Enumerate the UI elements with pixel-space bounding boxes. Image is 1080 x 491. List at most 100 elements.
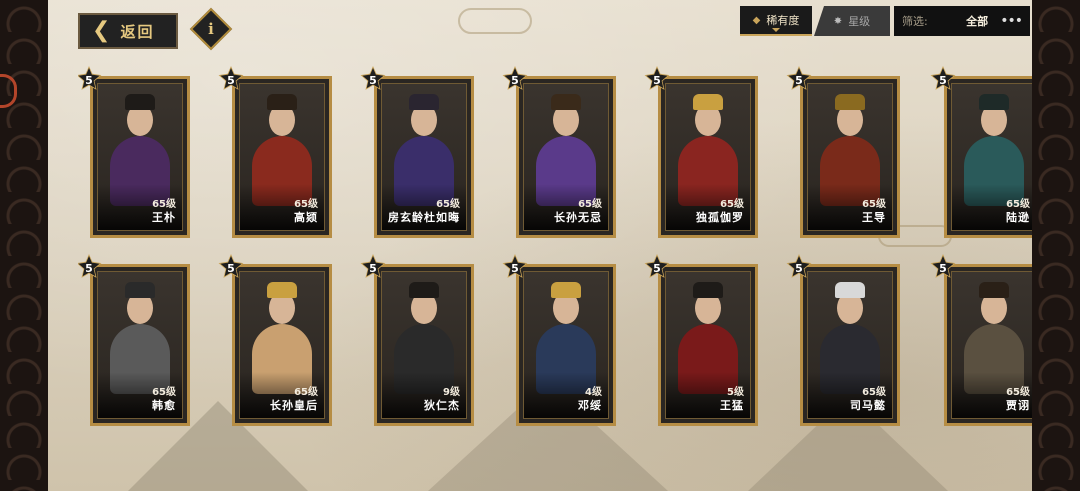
filter-dropdown[interactable]: 筛选: 全部 ••• [894, 6, 1030, 36]
card-name: 韩愈 [152, 399, 176, 412]
star-badge-icon: 5 [644, 66, 670, 92]
filter-value: 全部 [966, 15, 989, 28]
card-name: 高颎 [294, 211, 318, 224]
card-name: 狄仁杰 [424, 399, 460, 412]
character-headwear [267, 282, 297, 298]
card-level: 65级 [578, 199, 602, 210]
star-count: 5 [653, 73, 661, 87]
card-level: 65级 [1006, 199, 1030, 210]
star-badge-icon: 5 [218, 66, 244, 92]
cloud-decor [458, 8, 532, 34]
character-card[interactable]: 65级 陆逊 [944, 76, 1032, 238]
character-headwear [409, 282, 439, 298]
portrait-frame: 4级 邓绥 [523, 271, 609, 419]
card-level: 9级 [443, 387, 460, 398]
star-badge-icon: 5 [502, 254, 528, 280]
tab-rarity[interactable]: ◆ 稀有度 [740, 6, 812, 36]
character-headwear [551, 94, 581, 110]
character-card[interactable]: 65级 贾诩 [944, 264, 1032, 426]
character-card[interactable]: 9级 狄仁杰 [374, 264, 474, 426]
portrait-frame: 65级 司马懿 [807, 271, 893, 419]
star-badge-icon: 5 [360, 254, 386, 280]
back-button[interactable]: ❮ 返回 [78, 13, 178, 49]
character-grid: 65级 王朴 5 65级 高颎 5 65级 房玄龄杜如晦 5 65级 长孙无忌 5 65级 独孤伽罗 5 65… [78, 64, 1032, 444]
tab-star-level-label: 星级 [848, 15, 871, 28]
card-name: 王猛 [720, 399, 744, 412]
character-headwear [979, 94, 1009, 110]
right-border [1032, 0, 1080, 491]
card-level: 65级 [294, 199, 318, 210]
card-level: 65级 [720, 199, 744, 210]
card-level: 65级 [152, 387, 176, 398]
sort-arrow-icon [772, 28, 780, 32]
star-count: 5 [511, 73, 519, 87]
card-level: 65级 [862, 199, 886, 210]
portrait-frame: 65级 陆逊 [951, 83, 1032, 231]
character-headwear [693, 94, 723, 110]
card-name: 房玄龄杜如晦 [388, 211, 460, 224]
character-headwear [693, 282, 723, 298]
portrait-frame: 5级 王猛 [665, 271, 751, 419]
character-card[interactable]: 65级 高颎 [232, 76, 332, 238]
star-count: 5 [939, 261, 947, 275]
card-name: 贾诩 [1006, 399, 1030, 412]
filter-label: 筛选: [902, 15, 928, 28]
star-badge-icon: 5 [218, 254, 244, 280]
card-level: 5级 [727, 387, 744, 398]
chevron-left-icon: ❮ [92, 18, 113, 43]
card-name: 司马懿 [850, 399, 886, 412]
star-count: 5 [227, 73, 235, 87]
portrait-frame: 65级 长孙皇后 [239, 271, 325, 419]
character-headwear [551, 282, 581, 298]
star-count: 5 [369, 73, 377, 87]
card-name: 陆逊 [1006, 211, 1030, 224]
back-button-label: 返回 [120, 22, 155, 41]
card-level: 65级 [152, 199, 176, 210]
character-headwear [979, 282, 1009, 298]
star-count: 5 [85, 73, 93, 87]
diamond-icon: ◆ [752, 14, 761, 26]
portrait-frame: 65级 王导 [807, 83, 893, 231]
star-badge-icon: 5 [930, 66, 956, 92]
character-card[interactable]: 5级 王猛 [658, 264, 758, 426]
character-card[interactable]: 65级 王朴 [90, 76, 190, 238]
character-card[interactable]: 65级 独孤伽罗 [658, 76, 758, 238]
star-badge-icon: 5 [644, 254, 670, 280]
portrait-frame: 65级 独孤伽罗 [665, 83, 751, 231]
card-level: 4级 [585, 387, 602, 398]
card-level: 65级 [862, 387, 886, 398]
character-card[interactable]: 65级 王导 [800, 76, 900, 238]
star-flower-icon: ✸ [833, 15, 843, 27]
card-name: 王朴 [152, 211, 176, 224]
card-name: 独孤伽罗 [696, 211, 744, 224]
star-count: 5 [227, 261, 235, 275]
character-card[interactable]: 65级 房玄龄杜如晦 [374, 76, 474, 238]
card-level: 65级 [436, 199, 460, 210]
tab-star-level[interactable]: ✸ 星级 [814, 6, 890, 36]
character-card[interactable]: 65级 长孙皇后 [232, 264, 332, 426]
character-card[interactable]: 4级 邓绥 [516, 264, 616, 426]
character-card[interactable]: 65级 长孙无忌 [516, 76, 616, 238]
portrait-frame: 65级 贾诩 [951, 271, 1032, 419]
star-count: 5 [511, 261, 519, 275]
card-name: 长孙皇后 [270, 399, 318, 412]
side-tab-icon[interactable] [0, 74, 17, 108]
portrait-frame: 65级 长孙无忌 [523, 83, 609, 231]
star-count: 5 [795, 73, 803, 87]
portrait-frame: 65级 高颎 [239, 83, 325, 231]
portrait-frame: 65级 韩愈 [97, 271, 183, 419]
tab-rarity-label: 稀有度 [766, 14, 800, 27]
star-count: 5 [653, 261, 661, 275]
portrait-frame: 65级 王朴 [97, 83, 183, 231]
left-border [0, 0, 48, 491]
card-name: 长孙无忌 [554, 211, 602, 224]
card-name: 王导 [862, 211, 886, 224]
star-count: 5 [369, 261, 377, 275]
info-icon: i [208, 20, 214, 38]
star-count: 5 [85, 261, 93, 275]
star-badge-icon: 5 [78, 66, 102, 92]
character-card[interactable]: 65级 司马懿 [800, 264, 900, 426]
character-card[interactable]: 65级 韩愈 [90, 264, 190, 426]
more-icon[interactable]: ••• [1000, 13, 1023, 29]
star-badge-icon: 5 [930, 254, 956, 280]
